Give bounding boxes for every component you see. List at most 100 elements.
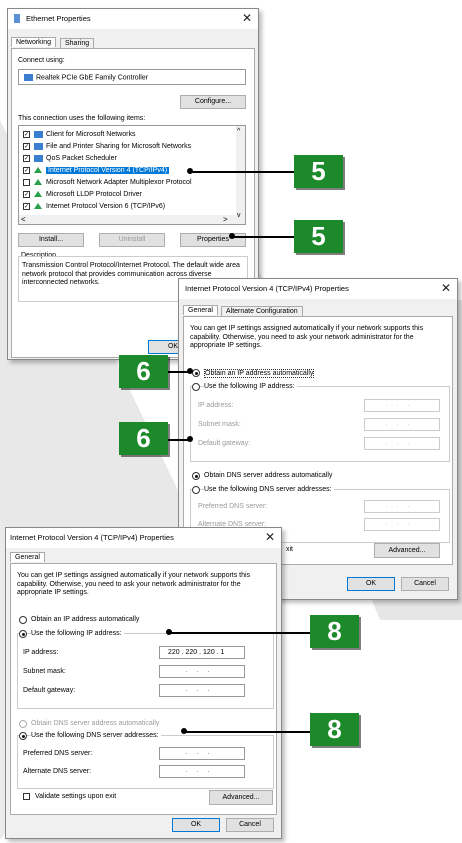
configure-button[interactable]: Configure... (180, 95, 246, 109)
item-checkbox[interactable]: ✓ (23, 155, 30, 162)
subnet-mask-label: Subnet mask: (23, 668, 66, 675)
item-label: File and Printer Sharing for Microsoft N… (46, 143, 192, 150)
general-panel: You can get IP settings assigned automat… (10, 563, 277, 815)
item-checkbox[interactable] (23, 179, 30, 186)
close-icon[interactable]: ✕ (441, 281, 451, 295)
use-ip-radio[interactable] (192, 383, 200, 391)
tab-general[interactable]: General (10, 552, 45, 562)
use-dns-label[interactable]: Use the following DNS server addresses: (204, 486, 334, 493)
cancel-button[interactable]: Cancel (401, 577, 449, 591)
item-label: QoS Packet Scheduler (46, 155, 117, 162)
preferred-dns-field[interactable]: ... (159, 747, 245, 760)
connect-using-label: Connect using: (18, 57, 65, 64)
step-badge-5b: 5 (294, 220, 343, 253)
callout-dot-6a (187, 368, 193, 374)
chevron-left-icon[interactable]: < (21, 215, 26, 224)
use-dns-label[interactable]: Use the following DNS server addresses: (31, 732, 161, 739)
obtain-ip-label[interactable]: Obtain an IP address automatically (31, 616, 139, 623)
validate-checkbox[interactable] (23, 793, 30, 800)
title-bar: Ethernet Properties ✕ (8, 9, 258, 29)
uninstall-button: Uninstall (99, 233, 165, 247)
item-label: Internet Protocol Version 4 (TCP/IPv4) (46, 167, 170, 174)
horizontal-scrollbar[interactable]: < > (19, 215, 237, 224)
tab-networking[interactable]: Networking (11, 37, 57, 47)
callout-line-5a (190, 171, 294, 173)
use-dns-radio[interactable] (19, 732, 27, 740)
list-item[interactable]: ✓ Microsoft LLDP Protocol Driver (21, 190, 229, 200)
close-icon[interactable]: ✕ (242, 11, 252, 25)
ip-address-label: IP address: (198, 402, 234, 409)
use-ip-radio[interactable] (19, 630, 27, 638)
adapter-row: Realtek PCIe GbE Family Controller (24, 74, 148, 81)
callout-dot-5a (187, 168, 193, 174)
advanced-button[interactable]: Advanced... (209, 790, 273, 805)
use-ip-label[interactable]: Use the following IP address: (31, 630, 124, 637)
network-client-icon (34, 155, 43, 162)
chevron-right-icon[interactable]: > (223, 215, 228, 224)
validate-label[interactable]: Validate settings upon exit (35, 793, 116, 800)
obtain-dns-radio (19, 720, 27, 728)
ok-button[interactable]: OK (172, 818, 220, 832)
chevron-down-icon[interactable]: v (237, 212, 241, 219)
use-dns-radio[interactable] (192, 486, 200, 494)
alternate-dns-field[interactable]: ... (159, 765, 245, 778)
item-checkbox[interactable]: ✓ (23, 191, 30, 198)
adapter-name: Realtek PCIe GbE Family Controller (36, 74, 149, 82)
preferred-dns-label: Preferred DNS server: (23, 750, 93, 757)
item-checkbox[interactable]: ✓ (23, 131, 30, 138)
step-badge-6b: 6 (119, 422, 168, 455)
callout-dot-5b (229, 233, 235, 239)
list-item[interactable]: ✓ Internet Protocol Version 6 (TCP/IPv6) (21, 202, 229, 212)
ip-address-field: ... (364, 399, 440, 412)
list-item[interactable]: Microsoft Network Adapter Multiplexor Pr… (21, 178, 229, 188)
item-label: Microsoft Network Adapter Multiplexor Pr… (46, 179, 192, 186)
protocol-icon (34, 203, 42, 209)
item-checkbox[interactable]: ✓ (23, 167, 30, 174)
ip-address-value: 220 . 220 . 120 . 1 (168, 649, 225, 656)
obtain-dns-label[interactable]: Obtain DNS server address automatically (204, 472, 332, 479)
ipv4-properties-window-bottom: Internet Protocol Version 4 (TCP/IPv4) P… (5, 527, 282, 839)
chevron-up-icon[interactable]: ^ (237, 128, 240, 135)
advanced-button[interactable]: Advanced... (374, 543, 440, 558)
subnet-mask-label: Subnet mask: (198, 421, 241, 428)
item-label: Internet Protocol Version 6 (TCP/IPv6) (46, 203, 166, 210)
gateway-field[interactable]: ... (159, 684, 245, 697)
callout-line-5b (233, 236, 294, 238)
gateway-label: Default gateway: (23, 687, 76, 694)
callout-dot-8b (181, 728, 187, 734)
item-checkbox[interactable]: ✓ (23, 143, 30, 150)
list-item[interactable]: ✓ Client for Microsoft Networks (21, 130, 229, 140)
items-list[interactable]: ✓ Client for Microsoft Networks ✓ File and … (18, 125, 246, 225)
obtain-dns-radio[interactable] (192, 472, 200, 480)
callout-line-8b (185, 731, 310, 733)
preferred-dns-field: ... (364, 500, 440, 513)
preferred-dns-label: Preferred DNS server: (198, 503, 268, 510)
close-icon[interactable]: ✕ (265, 530, 275, 544)
scrollbar[interactable]: ^ v (236, 126, 245, 224)
list-item[interactable]: ✓ File and Printer Sharing for Microsoft … (21, 142, 229, 152)
item-checkbox[interactable]: ✓ (23, 203, 30, 210)
obtain-ip-radio[interactable] (192, 369, 200, 377)
tab-general[interactable]: General (183, 305, 218, 315)
obtain-ip-radio[interactable] (19, 616, 27, 624)
window-title: Internet Protocol Version 4 (TCP/IPv4) P… (10, 533, 174, 542)
step-badge-8b: 8 (310, 713, 359, 746)
ok-button[interactable]: OK (347, 577, 395, 591)
validate-label-fragment: xit (286, 546, 293, 553)
subnet-mask-field[interactable]: ... (159, 665, 245, 678)
title-bar: Internet Protocol Version 4 (TCP/IPv4) P… (6, 528, 281, 548)
protocol-icon (34, 179, 42, 185)
network-client-icon (34, 143, 43, 150)
ip-address-field[interactable]: 220 . 220 . 120 . 1 (159, 646, 245, 659)
list-item[interactable]: ✓ QoS Packet Scheduler (21, 154, 229, 164)
install-button[interactable]: Install... (18, 233, 84, 247)
use-ip-label[interactable]: Use the following IP address: (204, 383, 297, 390)
network-adapter-icon (14, 14, 20, 23)
cancel-button[interactable]: Cancel (226, 818, 274, 832)
callout-line-8a (170, 632, 310, 634)
obtain-ip-label[interactable]: Obtain an IP address automatically (204, 369, 315, 378)
protocol-icon (34, 167, 42, 173)
step-badge-6a: 6 (119, 355, 168, 388)
window-title: Internet Protocol Version 4 (TCP/IPv4) P… (185, 284, 349, 293)
alternate-dns-label: Alternate DNS server: (23, 768, 92, 775)
